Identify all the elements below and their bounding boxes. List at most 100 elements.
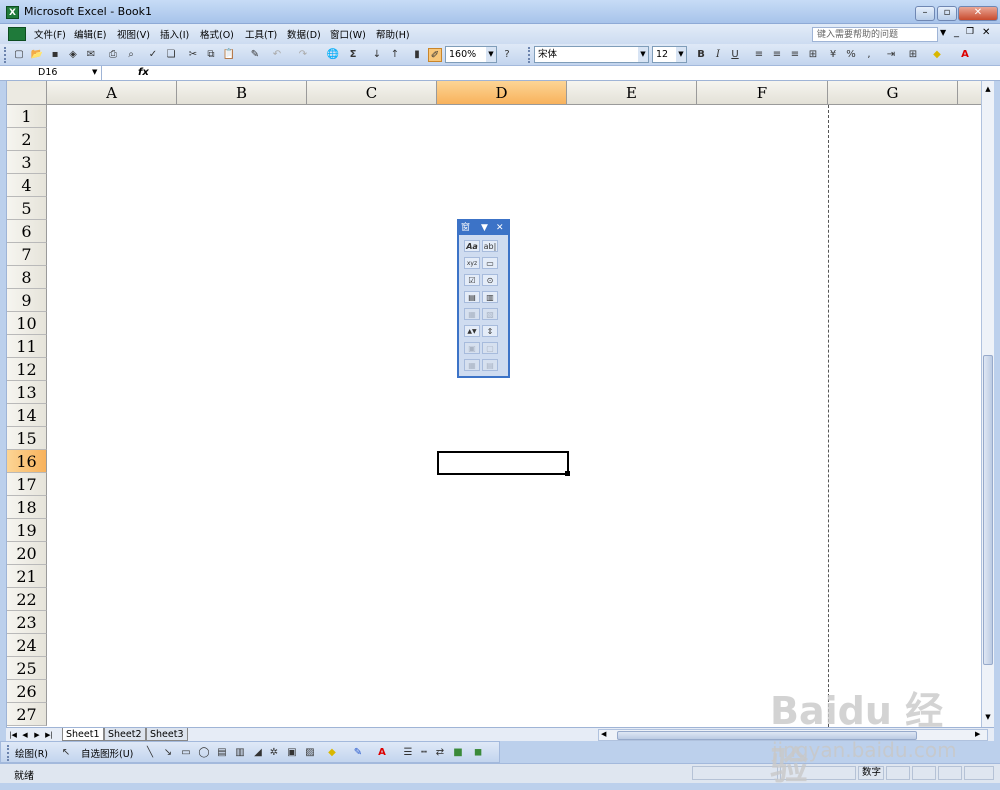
first-sheet-icon[interactable]: |◀ (8, 729, 18, 741)
doc-close-icon[interactable]: ✕ (982, 27, 990, 38)
column-header-e[interactable]: E (567, 81, 697, 105)
new-icon[interactable]: ▢ (12, 48, 26, 62)
redo-icon[interactable]: ↷ (296, 48, 310, 62)
open-icon[interactable]: 📂 (30, 48, 44, 62)
column-header-d[interactable]: D (437, 81, 567, 105)
column-header-f[interactable]: F (697, 81, 828, 105)
control-toolbox-title[interactable]: 窗 ▼ ✕ (459, 221, 508, 235)
autosum-icon[interactable]: Σ (346, 48, 360, 62)
clip-art-icon[interactable]: ▣ (285, 746, 299, 760)
draw-font-color-icon[interactable]: A (375, 746, 389, 760)
font-size-dropdown-icon[interactable]: ▼ (676, 47, 686, 62)
align-right-icon[interactable]: ≡ (788, 48, 802, 62)
row-header[interactable]: 23 (7, 611, 47, 634)
row-header[interactable]: 10 (7, 312, 47, 335)
sort-descending-icon[interactable]: ↑ (388, 48, 402, 62)
sort-ascending-icon[interactable]: ↓ (370, 48, 384, 62)
save-icon[interactable]: ▪ (48, 48, 62, 62)
insert-picture-icon[interactable]: ▨ (303, 746, 317, 760)
menu-file[interactable]: 文件(F) (32, 27, 68, 41)
print-preview-icon[interactable]: ⌕ (124, 48, 138, 62)
font-select[interactable]: 宋体 ▼ (534, 46, 649, 63)
font-color-icon[interactable]: A (958, 48, 972, 62)
doc-restore-icon[interactable]: ❐ (966, 27, 974, 37)
row-header[interactable]: 5 (7, 197, 47, 220)
indent-icon[interactable]: ⇥ (884, 48, 898, 62)
row-header[interactable]: 11 (7, 335, 47, 358)
diagram-icon[interactable]: ✲ (267, 746, 281, 760)
zoom-select[interactable]: 160% ▼ (445, 46, 497, 63)
menu-view[interactable]: 视图(V) (115, 27, 152, 41)
grid-control-button[interactable]: ▦ (464, 359, 480, 371)
control-toolbox[interactable]: 窗 ▼ ✕ Aa ab| xyz ▭ ☑ ⊙ ▤ ▥ ▦ ▧ ▲▼ ⇕ ▣ ▢ … (457, 219, 510, 378)
column-header-c[interactable]: C (307, 81, 437, 105)
row-header[interactable]: 27 (7, 703, 47, 726)
print-icon[interactable]: ⎙ (106, 48, 120, 62)
scroll-down-icon[interactable]: ▼ (982, 711, 994, 723)
column-header-g[interactable]: G (828, 81, 958, 105)
row-header[interactable]: 13 (7, 381, 47, 404)
3d-style-icon[interactable]: ◼ (471, 746, 485, 760)
more-controls-button[interactable]: ▤ (482, 359, 498, 371)
row-header[interactable]: 19 (7, 519, 47, 542)
email-icon[interactable]: ✉ (84, 48, 98, 62)
chart-wizard-icon[interactable]: ▮ (410, 48, 424, 62)
help-icon[interactable]: ? (500, 48, 514, 62)
align-left-icon[interactable]: ≡ (752, 48, 766, 62)
toolbox-close-icon[interactable]: ✕ (496, 221, 504, 235)
row-header[interactable]: 2 (7, 128, 47, 151)
sheet-tab-sheet2[interactable]: Sheet2 (104, 728, 146, 741)
align-center-icon[interactable]: ≡ (770, 48, 784, 62)
currency-icon[interactable]: ¥ (826, 48, 840, 62)
prev-sheet-icon[interactable]: ◀ (20, 729, 30, 741)
row-header[interactable]: 9 (7, 289, 47, 312)
oval-tool-icon[interactable]: ◯ (197, 746, 211, 760)
combo-list-edit-button[interactable]: ▦ (464, 308, 480, 320)
column-header-a[interactable]: A (47, 81, 177, 105)
row-header[interactable]: 25 (7, 657, 47, 680)
image-control-button[interactable]: ▢ (482, 342, 498, 354)
column-header-partial[interactable] (958, 81, 981, 105)
row-header[interactable]: 12 (7, 358, 47, 381)
paste-icon[interactable]: 📋 (222, 48, 236, 62)
worksheet-grid[interactable]: A B C D E F G 1 2 3 4 5 6 7 8 9 10 11 12… (6, 81, 981, 727)
line-color-icon[interactable]: ✎ (351, 746, 365, 760)
doc-minimize-icon[interactable]: _ (954, 27, 959, 38)
bold-button[interactable]: B (694, 48, 708, 62)
borders-icon[interactable]: ⊞ (906, 48, 920, 62)
sheet-tab-sheet1[interactable]: Sheet1 (62, 728, 104, 741)
maximize-window-button[interactable]: ▫ (937, 6, 957, 21)
row-header[interactable]: 22 (7, 588, 47, 611)
dash-style-icon[interactable]: ┅ (417, 746, 431, 760)
autoshapes-menu-button[interactable]: 自选图形(U) (81, 746, 133, 760)
permission-icon[interactable]: ◈ (66, 48, 80, 62)
option-button-control[interactable]: ⊙ (482, 274, 498, 286)
menu-insert[interactable]: 插入(I) (158, 27, 191, 41)
name-box-dropdown-icon[interactable]: ▼ (92, 68, 97, 76)
line-style-icon[interactable]: ☰ (401, 746, 415, 760)
vertical-scrollbar[interactable]: ▲ ▼ (981, 81, 994, 727)
arrow-style-icon[interactable]: ⇄ (433, 746, 447, 760)
row-header-selected[interactable]: 16 (7, 450, 47, 473)
row-header[interactable]: 6 (7, 220, 47, 243)
row-header[interactable]: 8 (7, 266, 47, 289)
undo-icon[interactable]: ↶ (270, 48, 284, 62)
last-sheet-icon[interactable]: ▶| (44, 729, 54, 741)
fill-handle[interactable] (565, 471, 570, 476)
comma-style-icon[interactable]: , (862, 48, 876, 62)
font-dropdown-icon[interactable]: ▼ (638, 47, 648, 62)
row-header[interactable]: 4 (7, 174, 47, 197)
minimize-window-button[interactable]: – (915, 6, 935, 21)
vertical-textbox-icon[interactable]: ▥ (233, 746, 247, 760)
toolbar-grip-format[interactable] (528, 47, 531, 63)
row-header[interactable]: 24 (7, 634, 47, 657)
groupbox-control-button[interactable]: xyz (464, 257, 480, 269)
vertical-scroll-thumb[interactable] (983, 355, 993, 665)
italic-button[interactable]: I (711, 48, 725, 62)
row-header[interactable]: 18 (7, 496, 47, 519)
scroll-left-icon[interactable]: ◀ (601, 730, 606, 738)
select-objects-icon[interactable]: ↖ (59, 746, 73, 760)
spinner-control-button[interactable]: ⇕ (482, 325, 498, 337)
menu-tools[interactable]: 工具(T) (243, 27, 279, 41)
row-header[interactable]: 15 (7, 427, 47, 450)
